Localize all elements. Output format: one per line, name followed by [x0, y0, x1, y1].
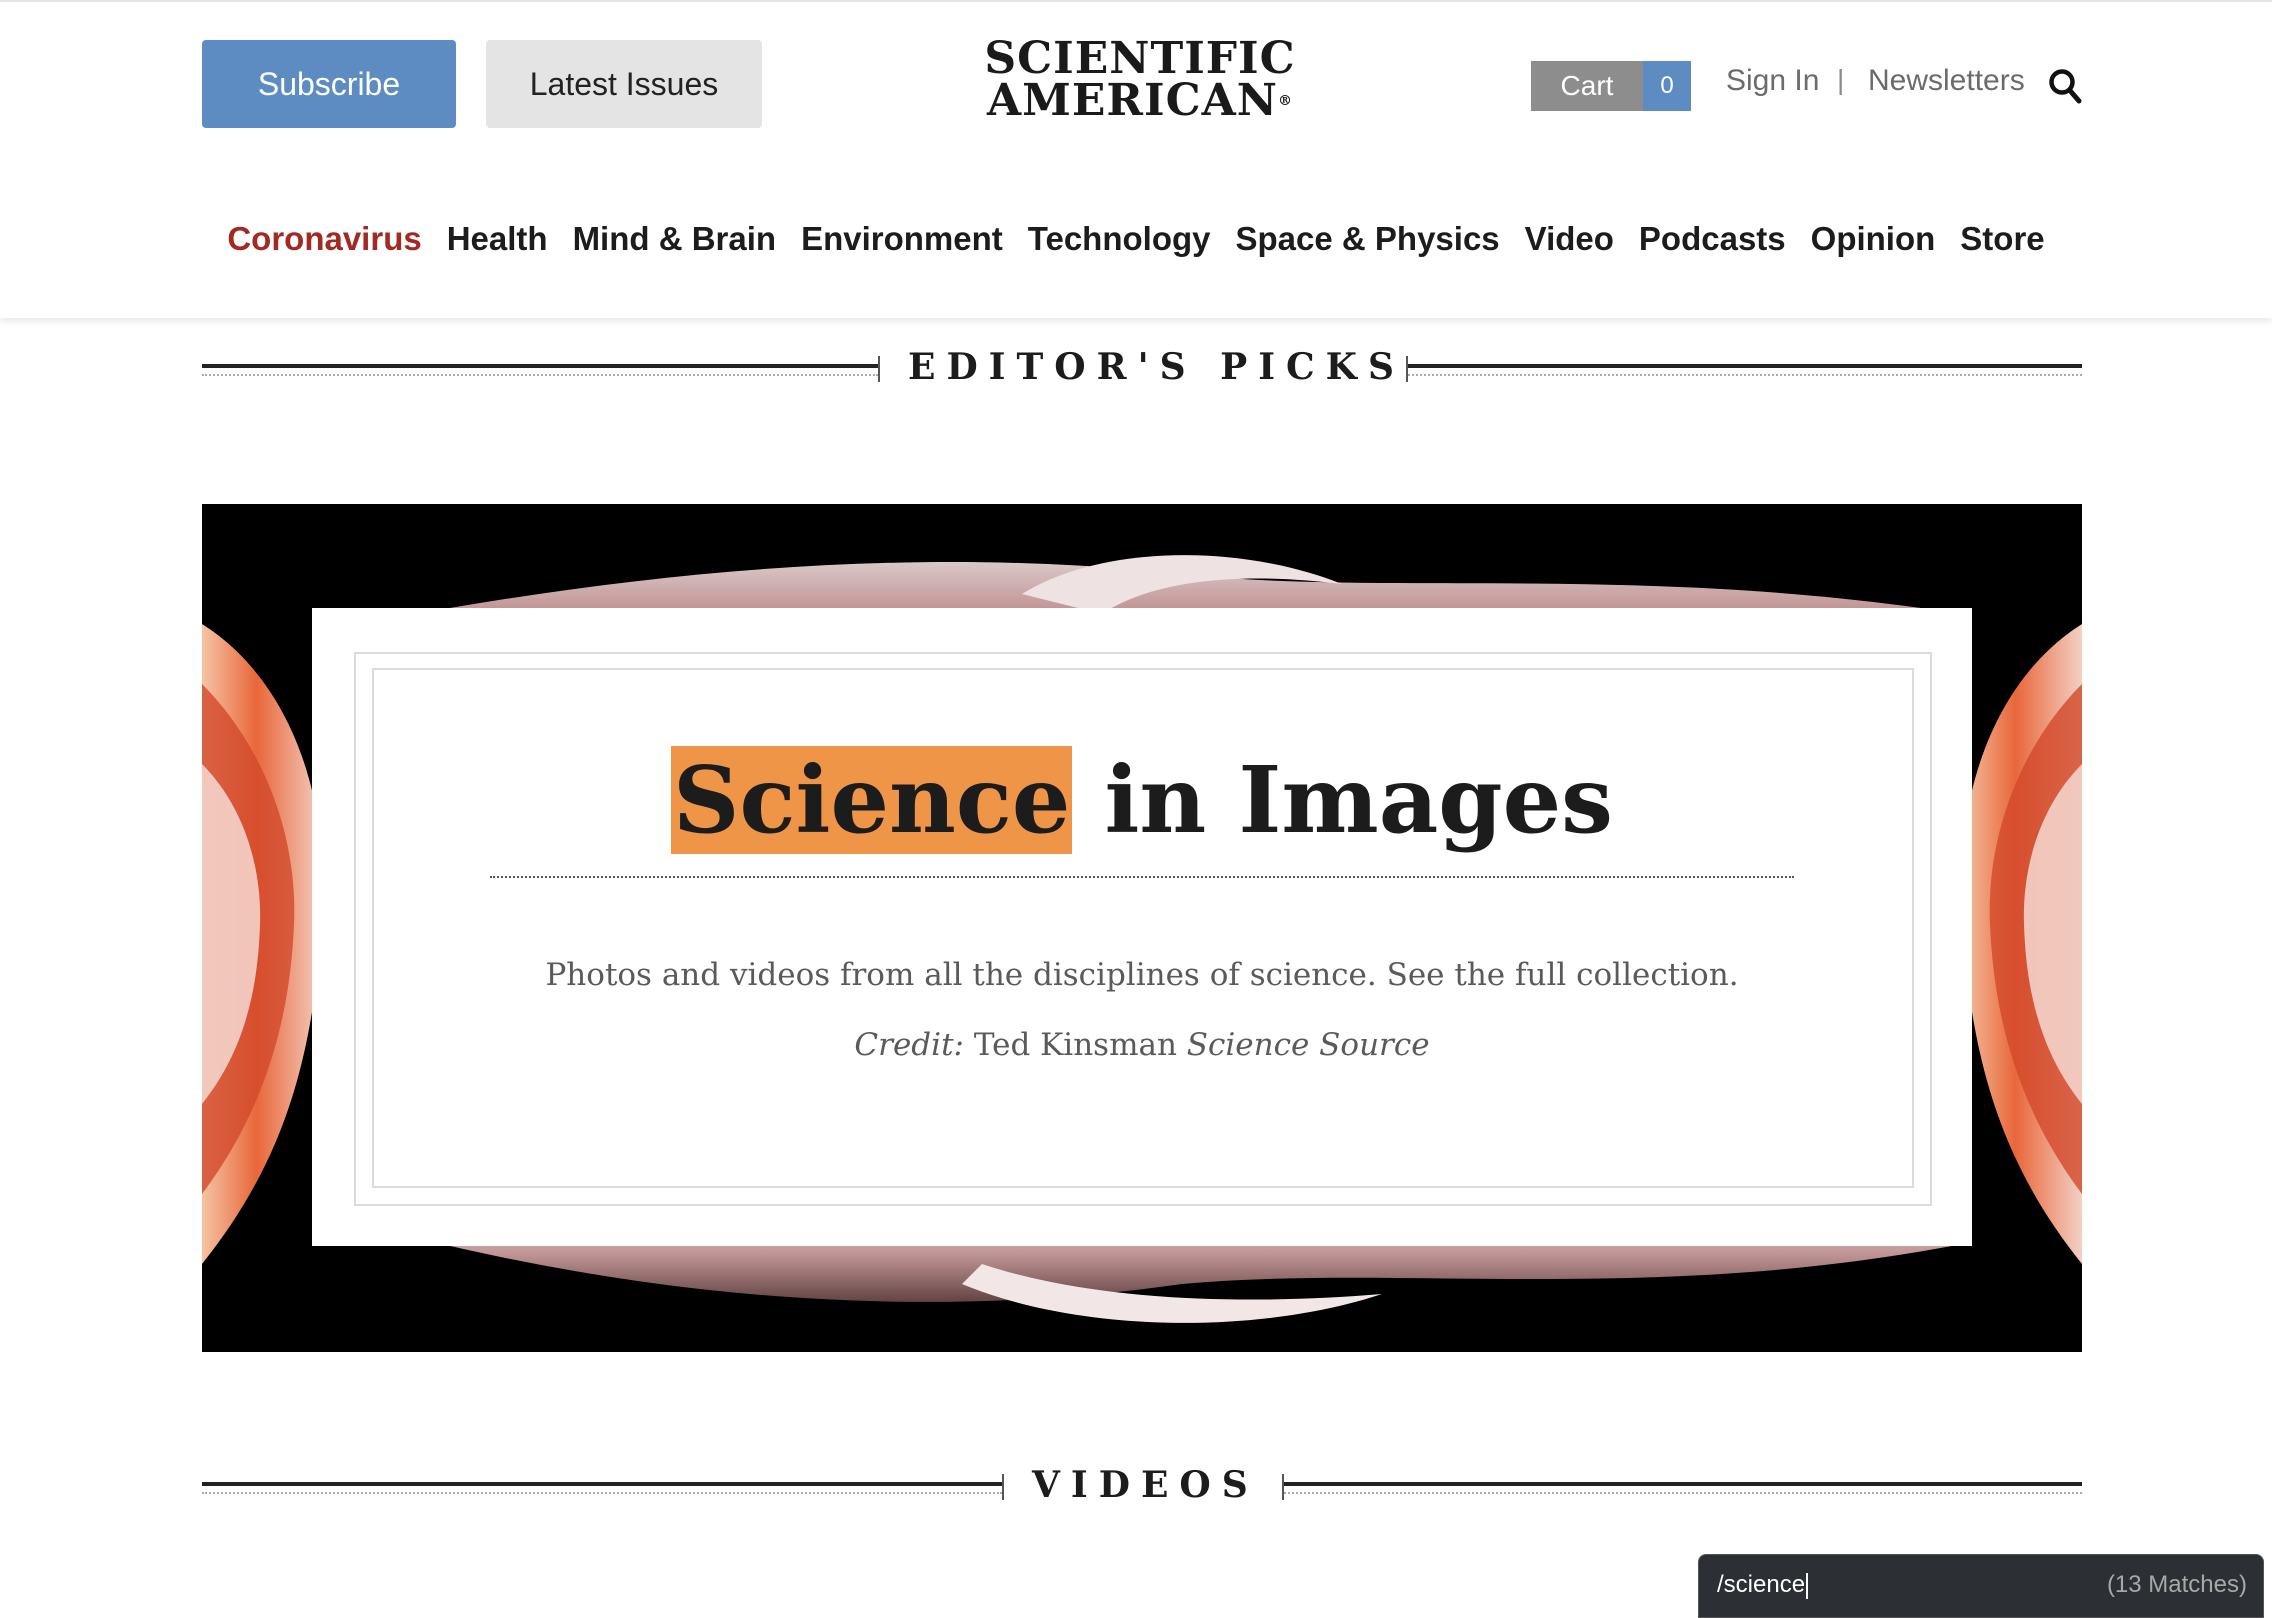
find-match-count: (13 Matches) — [2106, 1571, 2247, 1598]
text-caret — [1806, 1572, 1809, 1599]
search-icon[interactable] — [2048, 68, 2082, 104]
cart-button[interactable]: Cart 0 — [1531, 61, 1691, 111]
newsletters-link[interactable]: Newsletters — [1868, 64, 2025, 98]
logo-line-2-text: AMERICAN — [987, 75, 1278, 126]
nav-item-opinion[interactable]: Opinion — [1811, 220, 1936, 258]
nav-item-health[interactable]: Health — [447, 220, 548, 258]
divider-line-right — [1408, 364, 2082, 376]
videos-tick-left — [1002, 1474, 1004, 1500]
credit-source: Science Source — [1186, 1027, 1430, 1063]
registered-mark: ® — [1277, 93, 1293, 109]
credit-label: Credit: — [854, 1027, 964, 1063]
nav-item-store[interactable]: Store — [1960, 220, 2044, 258]
nav-item-mind-brain[interactable]: Mind & Brain — [573, 220, 777, 258]
nav-item-technology[interactable]: Technology — [1028, 220, 1211, 258]
logo-line-1: SCIENTIFIC — [984, 33, 1296, 84]
header-separator: | — [1837, 64, 1845, 95]
top-header: Subscribe Latest Issues SCIENTIFIC AMERI… — [0, 0, 2272, 162]
divider-tick-left — [878, 356, 880, 382]
nav-item-environment[interactable]: Environment — [801, 220, 1003, 258]
editors-picks-title: EDITOR'S PICKS — [908, 346, 1405, 388]
cart-label: Cart — [1531, 61, 1643, 111]
latest-issues-button[interactable]: Latest Issues — [486, 40, 762, 128]
logo-line-2: AMERICAN® — [960, 79, 1320, 123]
sign-in-link[interactable]: Sign In — [1726, 64, 1819, 98]
cart-count-badge: 0 — [1643, 61, 1691, 111]
headline-rest: in Images — [1072, 746, 1613, 854]
headline-divider — [490, 876, 1794, 878]
videos-title: VIDEOS — [1032, 1464, 1259, 1506]
main-navigation: Coronavirus Health Mind & Brain Environm… — [0, 160, 2272, 318]
divider-line-left — [202, 364, 878, 376]
nav-item-video[interactable]: Video — [1525, 220, 1614, 258]
description-text: Photos and videos from all the disciplin… — [545, 957, 1739, 993]
videos-line-left — [202, 1482, 1002, 1494]
feature-description: Photos and videos from all the disciplin… — [512, 940, 1772, 1080]
find-input[interactable]: /science — [1717, 1571, 1809, 1599]
find-in-page-bar[interactable]: /science (13 Matches) — [1698, 1554, 2264, 1618]
nav-item-space-physics[interactable]: Space & Physics — [1236, 220, 1500, 258]
site-logo[interactable]: SCIENTIFIC AMERICAN® — [960, 33, 1320, 123]
feature-headline[interactable]: Science in Images — [312, 740, 1972, 860]
subscribe-button[interactable]: Subscribe — [202, 40, 456, 128]
videos-line-right — [1284, 1482, 2082, 1494]
nav-item-coronavirus[interactable]: Coronavirus — [227, 220, 421, 258]
nav-list: Coronavirus Health Mind & Brain Environm… — [0, 160, 2272, 318]
search-highlight: Science — [671, 746, 1073, 854]
credit-name: Ted Kinsman — [963, 1027, 1187, 1063]
find-query: /science — [1717, 1571, 1806, 1598]
nav-item-podcasts[interactable]: Podcasts — [1639, 220, 1786, 258]
